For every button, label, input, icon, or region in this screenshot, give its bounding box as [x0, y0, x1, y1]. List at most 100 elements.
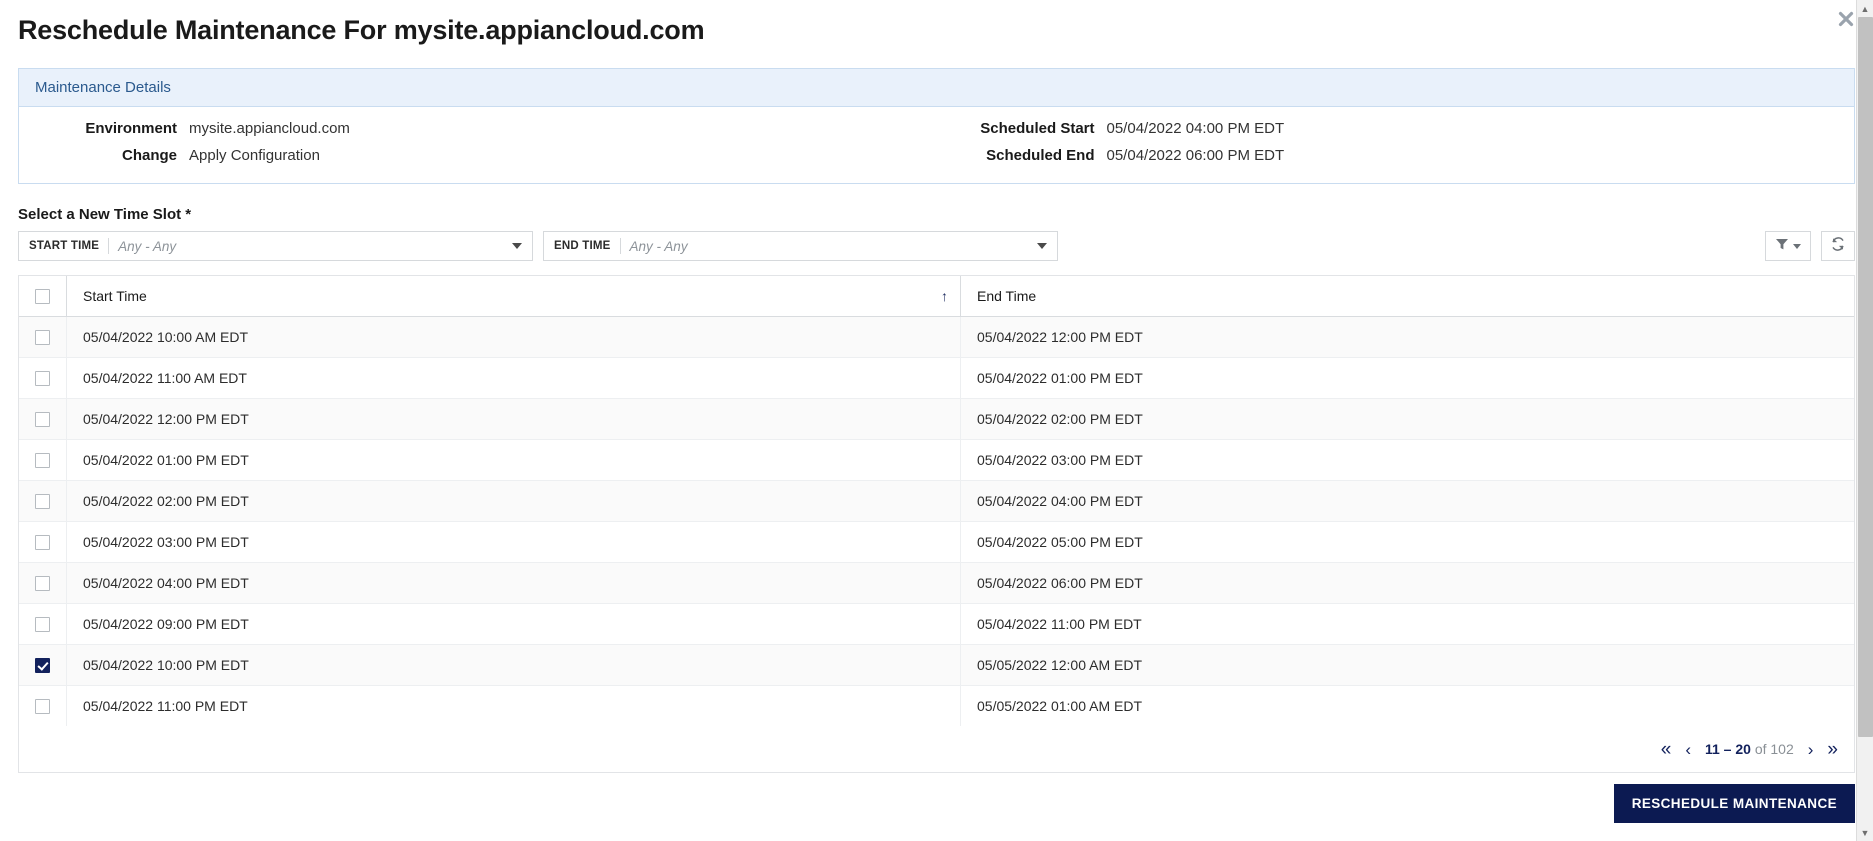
scrollbar-thumb[interactable] — [1858, 17, 1873, 737]
time-slot-table: Start Time ↑ End Time 05/04/2022 10:00 A… — [18, 275, 1855, 774]
dialog-footer: RESCHEDULE MAINTENANCE — [1613, 784, 1855, 823]
row-select-cell — [19, 686, 67, 727]
table-row[interactable]: 05/04/2022 04:00 PM EDT 05/04/2022 06:00 … — [19, 563, 1854, 605]
row-select-cell — [19, 317, 67, 358]
chevron-down-icon — [1793, 243, 1801, 249]
row-checkbox[interactable] — [35, 329, 50, 345]
column-header-end-time[interactable]: End Time — [961, 276, 1854, 316]
dialog-title-bar: Reschedule Maintenance For mysite.appian… — [0, 0, 1873, 56]
row-checkbox[interactable] — [35, 534, 50, 550]
cell-end-time: 05/04/2022 05:00 PM EDT — [977, 534, 1143, 551]
cell-end-time: 05/05/2022 01:00 AM EDT — [977, 698, 1142, 715]
column-header-start-time[interactable]: Start Time ↑ — [67, 276, 961, 317]
next-page-button[interactable]: › — [1808, 741, 1814, 758]
table-row[interactable]: 05/04/2022 09:00 PM EDT 05/04/2022 11:00 … — [19, 604, 1854, 646]
row-select-cell — [19, 399, 67, 440]
detail-label-environment: Environment — [85, 120, 177, 138]
refresh-button[interactable] — [1821, 231, 1855, 262]
table-row[interactable]: 05/04/2022 01:00 PM EDT 05/04/2022 03:00 … — [19, 440, 1854, 482]
end-time-filter-label: END TIME — [554, 240, 611, 253]
row-select-cell — [19, 563, 67, 604]
pagination: « ‹ 11 – 20 of 102 › » — [19, 726, 1854, 773]
cell-start-time: 05/04/2022 11:00 AM EDT — [67, 358, 961, 399]
end-time-filter-dropdown[interactable]: END TIME Any - Any — [543, 231, 1058, 262]
cell-end-time: 05/05/2022 12:00 AM EDT — [977, 657, 1142, 674]
detail-row-change: Change Apply Configuration — [19, 142, 937, 169]
cell-end-time: 05/04/2022 11:00 PM EDT — [977, 616, 1142, 633]
row-select-cell — [19, 440, 67, 481]
chevron-down-icon — [512, 243, 522, 250]
reschedule-maintenance-dialog: Reschedule Maintenance For mysite.appian… — [0, 0, 1873, 841]
pagination-status: 11 – 20 of 102 — [1705, 741, 1794, 757]
row-checkbox[interactable] — [35, 493, 50, 509]
detail-row-scheduled-start: Scheduled Start 05/04/2022 04:00 PM EDT — [937, 115, 1855, 142]
scroll-up-button[interactable]: ▲ — [1857, 0, 1873, 17]
row-checkbox[interactable] — [35, 698, 50, 714]
page-title: Reschedule Maintenance For mysite.appian… — [18, 15, 705, 45]
row-checkbox[interactable] — [35, 411, 50, 427]
table-row[interactable]: 05/04/2022 02:00 PM EDT 05/04/2022 04:00 … — [19, 481, 1854, 523]
close-icon[interactable] — [1835, 8, 1857, 30]
table-body: 05/04/2022 10:00 AM EDT 05/04/2022 12:00 … — [19, 317, 1854, 727]
detail-value-environment: mysite.appiancloud.com — [189, 120, 350, 138]
cell-start-time: 05/04/2022 11:00 PM EDT — [67, 686, 961, 727]
pagination-range: 11 – 20 — [1704, 741, 1751, 758]
cell-start-time: 05/04/2022 03:00 PM EDT — [67, 522, 961, 563]
details-left-column: Environment mysite.appiancloud.com Chang… — [19, 115, 937, 169]
row-checkbox[interactable] — [35, 575, 50, 591]
reschedule-maintenance-button[interactable]: RESCHEDULE MAINTENANCE — [1613, 784, 1855, 823]
sort-ascending-icon: ↑ — [941, 288, 948, 305]
table-row[interactable]: 05/04/2022 11:00 AM EDT 05/04/2022 01:00 … — [19, 358, 1854, 400]
end-time-filter-placeholder: Any - Any — [629, 238, 688, 254]
select-time-slot-label: Select a New Time Slot * — [18, 206, 192, 224]
table-header-row: Start Time ↑ End Time — [19, 276, 1854, 318]
column-header-start-time-label: Start Time — [83, 288, 147, 305]
last-page-button[interactable]: » — [1827, 740, 1838, 759]
first-page-button[interactable]: « — [1661, 740, 1672, 759]
row-checkbox[interactable] — [35, 657, 50, 673]
detail-row-environment: Environment mysite.appiancloud.com — [19, 115, 937, 142]
cell-end-time: 05/04/2022 04:00 PM EDT — [977, 493, 1143, 510]
previous-page-button[interactable]: ‹ — [1685, 741, 1691, 758]
detail-row-scheduled-end: Scheduled End 05/04/2022 06:00 PM EDT — [937, 142, 1855, 169]
table-row[interactable]: 05/04/2022 03:00 PM EDT 05/04/2022 05:00 … — [19, 522, 1854, 564]
table-row[interactable]: 05/04/2022 11:00 PM EDT 05/05/2022 01:00 … — [19, 686, 1854, 727]
cell-end-time: 05/04/2022 06:00 PM EDT — [977, 575, 1143, 592]
chevron-down-icon — [1037, 243, 1047, 250]
row-checkbox[interactable] — [35, 452, 50, 468]
cell-start-time: 05/04/2022 12:00 PM EDT — [67, 399, 961, 440]
row-checkbox[interactable] — [35, 616, 50, 632]
filter-divider — [108, 238, 110, 255]
detail-label-scheduled-end: Scheduled End — [986, 147, 1095, 165]
start-time-filter-dropdown[interactable]: START TIME Any - Any — [18, 231, 533, 262]
cell-end-time: 05/04/2022 02:00 PM EDT — [977, 411, 1143, 428]
vertical-scrollbar[interactable]: ▲ ▼ — [1856, 0, 1873, 841]
row-select-cell — [19, 604, 67, 645]
table-row[interactable]: 05/04/2022 10:00 PM EDT 05/05/2022 12:00 … — [19, 645, 1854, 687]
cell-start-time: 05/04/2022 10:00 PM EDT — [67, 645, 961, 686]
row-select-cell — [19, 522, 67, 563]
select-all-checkbox[interactable] — [35, 288, 50, 304]
cell-start-time: 05/04/2022 04:00 PM EDT — [67, 563, 961, 604]
row-select-cell — [19, 481, 67, 522]
filter-divider — [619, 238, 621, 255]
cell-end-time: 05/04/2022 12:00 PM EDT — [977, 329, 1143, 346]
maintenance-details-panel: Maintenance Details Environment mysite.a… — [18, 68, 1855, 185]
row-select-cell — [19, 358, 67, 399]
row-select-cell — [19, 645, 67, 686]
details-right-column: Scheduled Start 05/04/2022 04:00 PM EDT … — [937, 115, 1855, 169]
table-row[interactable]: 05/04/2022 12:00 PM EDT 05/04/2022 02:00 … — [19, 399, 1854, 441]
filter-button[interactable] — [1765, 231, 1811, 262]
time-slot-filter-row: START TIME Any - Any END TIME Any - Any — [18, 231, 1855, 262]
column-header-end-time-label: End Time — [977, 288, 1037, 305]
maintenance-details-header: Maintenance Details — [19, 69, 1854, 108]
start-time-filter-placeholder: Any - Any — [118, 238, 177, 254]
detail-value-change: Apply Configuration — [189, 147, 320, 165]
detail-label-scheduled-start: Scheduled Start — [980, 120, 1095, 138]
cell-start-time: 05/04/2022 01:00 PM EDT — [67, 440, 961, 481]
row-checkbox[interactable] — [35, 370, 50, 386]
detail-value-scheduled-end: 05/04/2022 06:00 PM EDT — [1106, 147, 1285, 165]
scroll-down-button[interactable]: ▼ — [1857, 824, 1873, 841]
cell-start-time: 05/04/2022 10:00 AM EDT — [67, 317, 961, 358]
table-row[interactable]: 05/04/2022 10:00 AM EDT 05/04/2022 12:00 … — [19, 317, 1854, 359]
